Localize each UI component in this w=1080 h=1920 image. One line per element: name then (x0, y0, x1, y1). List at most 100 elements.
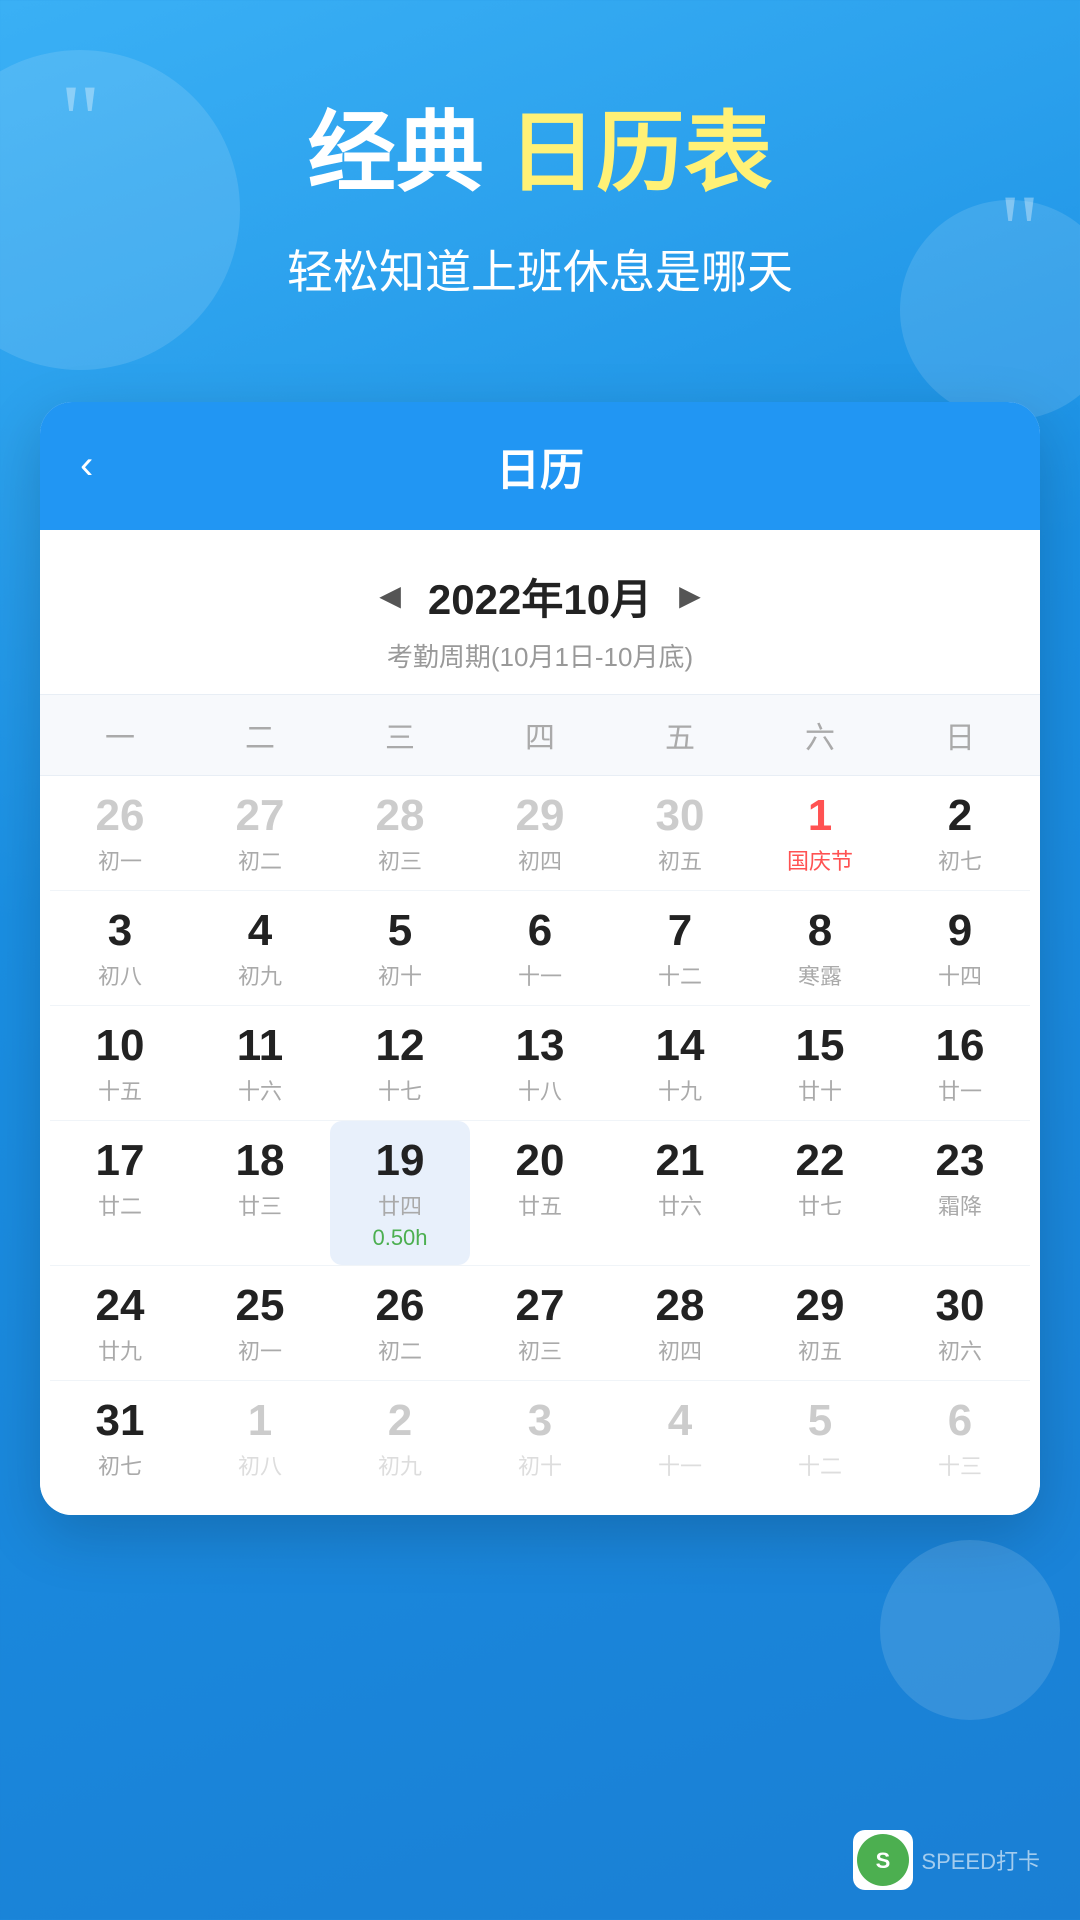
day-3-nov[interactable]: 3 初十 (470, 1381, 610, 1495)
day-27[interactable]: 27 初三 (470, 1266, 610, 1380)
day-6[interactable]: 6 十一 (470, 891, 610, 1005)
day-11[interactable]: 11 十六 (190, 1006, 330, 1120)
week-4: 17 廿二 18 廿三 19 廿四 0.50h 20 廿五 21 廿六 22 (40, 1121, 1040, 1266)
day-30[interactable]: 30 初六 (890, 1266, 1030, 1380)
day-num: 29 (796, 1284, 845, 1328)
day-1-oct[interactable]: 1 国庆节 (750, 776, 890, 890)
day-2-nov[interactable]: 2 初九 (330, 1381, 470, 1495)
calendar-body: ◄ 2022年10月 ► 考勤周期(10月1日-10月底) 一 二 三 四 五 … (40, 530, 1040, 1515)
day-5[interactable]: 5 初十 (330, 891, 470, 1005)
day-31[interactable]: 31 初七 (50, 1381, 190, 1495)
week-6: 31 初七 1 初八 2 初九 3 初十 4 十一 5 十二 (40, 1381, 1040, 1495)
day-18[interactable]: 18 廿三 (190, 1121, 330, 1265)
weekday-mon: 一 (50, 713, 190, 757)
lunar-label: 廿四 (378, 1189, 422, 1221)
day-num: 26 (96, 794, 145, 838)
day-29[interactable]: 29 初五 (750, 1266, 890, 1380)
calendar-card: ‹ 日历 ◄ 2022年10月 ► 考勤周期(10月1日-10月底) 一 二 三… (40, 402, 1040, 1515)
day-6-nov[interactable]: 6 十三 (890, 1381, 1030, 1495)
day-num: 12 (376, 1024, 425, 1068)
week-3: 10 十五 11 十六 12 十七 13 十八 14 十九 15 廿十 (40, 1006, 1040, 1121)
day-num: 7 (668, 909, 692, 953)
day-5-nov[interactable]: 5 十二 (750, 1381, 890, 1495)
day-12[interactable]: 12 十七 (330, 1006, 470, 1120)
day-23[interactable]: 23 霜降 (890, 1121, 1030, 1265)
day-4-nov[interactable]: 4 十一 (610, 1381, 750, 1495)
day-7[interactable]: 7 十二 (610, 891, 750, 1005)
lunar-label: 初八 (238, 1449, 282, 1481)
day-15[interactable]: 15 廿十 (750, 1006, 890, 1120)
lunar-label: 十二 (658, 959, 702, 991)
day-num: 4 (248, 909, 272, 953)
attendance-period: 考勤周期(10月1日-10月底) (40, 637, 1040, 694)
lunar-label: 初五 (798, 1334, 842, 1366)
watermark: S SPEED打卡 (853, 1830, 1040, 1890)
weekday-thu: 四 (470, 713, 610, 757)
weekday-fri: 五 (610, 713, 750, 757)
day-num: 24 (96, 1284, 145, 1328)
lunar-label: 国庆节 (787, 844, 853, 876)
day-19-today[interactable]: 19 廿四 0.50h (330, 1121, 470, 1265)
day-num: 3 (108, 909, 132, 953)
day-8[interactable]: 8 寒露 (750, 891, 890, 1005)
day-29-sep[interactable]: 29 初四 (470, 776, 610, 890)
subtitle: 轻松知道上班休息是哪天 (60, 236, 1020, 302)
day-9[interactable]: 9 十四 (890, 891, 1030, 1005)
day-16[interactable]: 16 廿一 (890, 1006, 1030, 1120)
day-num: 15 (796, 1024, 845, 1068)
day-25[interactable]: 25 初一 (190, 1266, 330, 1380)
day-13[interactable]: 13 十八 (470, 1006, 610, 1120)
watermark-logo: S (853, 1830, 913, 1890)
day-14[interactable]: 14 十九 (610, 1006, 750, 1120)
lunar-label: 初九 (378, 1449, 422, 1481)
lunar-label: 十四 (938, 959, 982, 991)
watermark-text: SPEED打卡 (921, 1844, 1040, 1876)
lunar-label: 十八 (518, 1074, 562, 1106)
back-button[interactable]: ‹ (80, 443, 93, 488)
lunar-label: 廿九 (98, 1334, 142, 1366)
day-num: 11 (237, 1024, 284, 1068)
day-num: 14 (656, 1024, 705, 1068)
day-28[interactable]: 28 初四 (610, 1266, 750, 1380)
day-num: 22 (796, 1139, 845, 1183)
day-4[interactable]: 4 初九 (190, 891, 330, 1005)
weekday-sat: 六 (750, 713, 890, 757)
prev-month-button[interactable]: ◄ (372, 575, 408, 617)
bg-decoration-3 (880, 1540, 1060, 1720)
day-num: 8 (808, 909, 832, 953)
lunar-label: 廿六 (658, 1189, 702, 1221)
next-month-button[interactable]: ► (672, 575, 708, 617)
day-20[interactable]: 20 廿五 (470, 1121, 610, 1265)
day-num: 6 (948, 1399, 972, 1443)
day-num: 2 (948, 794, 972, 838)
day-num: 2 (388, 1399, 412, 1443)
day-num: 27 (236, 794, 285, 838)
lunar-label: 十九 (658, 1074, 702, 1106)
attendance-note: 0.50h (372, 1225, 427, 1251)
day-27-sep[interactable]: 27 初二 (190, 776, 330, 890)
day-24[interactable]: 24 廿九 (50, 1266, 190, 1380)
day-num: 19 (376, 1139, 425, 1183)
calendar-header: ‹ 日历 (40, 402, 1040, 530)
lunar-label: 初一 (238, 1334, 282, 1366)
lunar-label: 廿十 (798, 1074, 842, 1106)
day-2-oct[interactable]: 2 初七 (890, 776, 1030, 890)
day-22[interactable]: 22 廿七 (750, 1121, 890, 1265)
day-26-sep[interactable]: 26 初一 (50, 776, 190, 890)
day-3[interactable]: 3 初八 (50, 891, 190, 1005)
day-1-nov[interactable]: 1 初八 (190, 1381, 330, 1495)
day-num: 4 (668, 1399, 692, 1443)
week-2: 3 初八 4 初九 5 初十 6 十一 7 十二 8 寒露 (40, 891, 1040, 1006)
lunar-label: 初一 (98, 844, 142, 876)
day-21[interactable]: 21 廿六 (610, 1121, 750, 1265)
month-title: 2022年10月 (428, 566, 652, 627)
day-num: 20 (516, 1139, 565, 1183)
month-nav: ◄ 2022年10月 ► (40, 530, 1040, 637)
lunar-label: 初二 (378, 1334, 422, 1366)
weekday-sun: 日 (890, 713, 1030, 757)
day-28-sep[interactable]: 28 初三 (330, 776, 470, 890)
day-17[interactable]: 17 廿二 (50, 1121, 190, 1265)
day-30-sep[interactable]: 30 初五 (610, 776, 750, 890)
day-10[interactable]: 10 十五 (50, 1006, 190, 1120)
day-26[interactable]: 26 初二 (330, 1266, 470, 1380)
